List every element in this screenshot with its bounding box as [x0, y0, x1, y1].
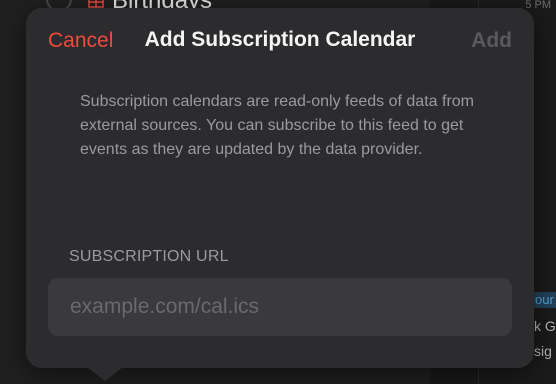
subscription-url-input[interactable]	[48, 278, 512, 336]
sheet-title: Add Subscription Calendar	[144, 28, 416, 51]
gift-icon	[88, 0, 104, 8]
event-chip[interactable]: our	[532, 292, 556, 308]
subscription-description: Subscription calendars are read-only fee…	[80, 93, 474, 158]
navigation-bar: Cancel Add Subscription Calendar Add	[26, 8, 534, 76]
event-text: sig	[534, 343, 552, 359]
subscription-url-label: SUBSCRIPTION URL	[69, 248, 229, 265]
popover-arrow	[87, 367, 123, 381]
add-button[interactable]: Add	[471, 29, 512, 53]
add-subscription-calendar-sheet: Cancel Add Subscription Calendar Add Sub…	[26, 8, 534, 368]
event-text: k G	[534, 318, 556, 334]
